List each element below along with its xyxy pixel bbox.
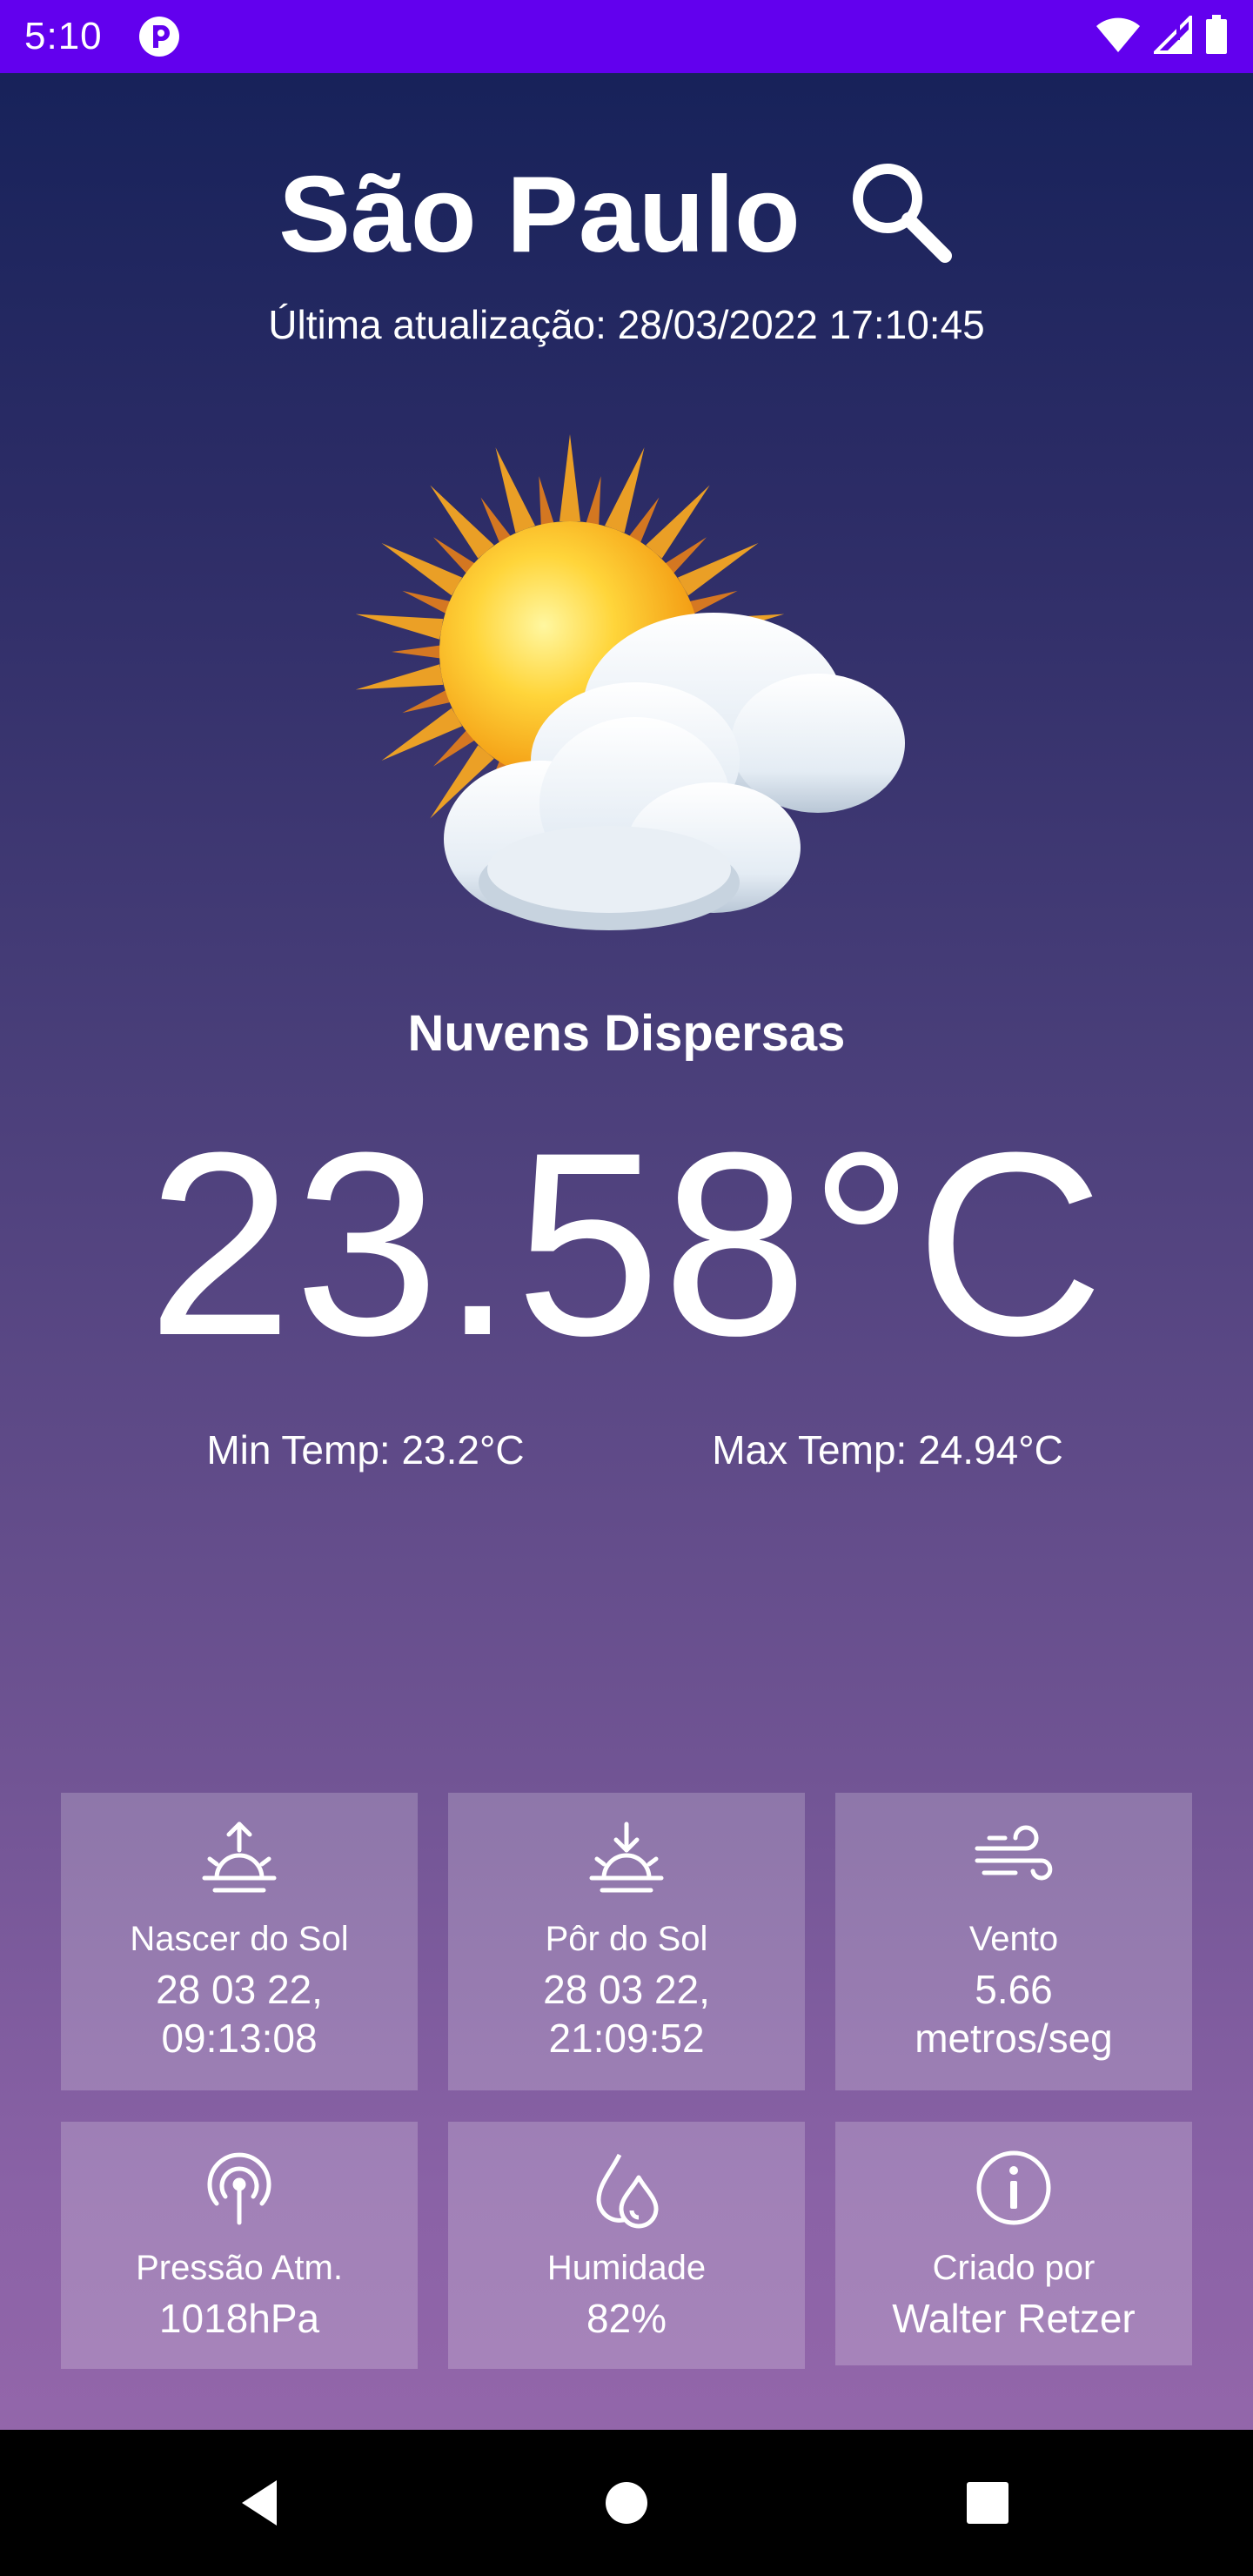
header: São Paulo xyxy=(0,150,1253,280)
tile-label: Humidade xyxy=(546,2249,707,2287)
app-notification-icon xyxy=(137,15,181,58)
tile-value: 1018hPa xyxy=(158,2296,320,2341)
recents-icon[interactable] xyxy=(953,2468,1022,2538)
sunset-icon xyxy=(589,1821,664,1893)
sunrise-icon xyxy=(202,1821,277,1893)
city-name: São Paulo xyxy=(278,155,801,275)
tile-humidity: Humidade 82% xyxy=(448,2122,805,2369)
tile-value-line2: 09:13:08 xyxy=(161,2016,318,2061)
info-icon xyxy=(976,2150,1051,2225)
home-icon[interactable] xyxy=(592,2468,661,2538)
max-temperature: Max Temp: 24.94°C xyxy=(712,1427,1063,1472)
tile-sunset: Pôr do Sol 28 03 22, 21:09:52 xyxy=(448,1793,805,2090)
pressure-icon xyxy=(207,2152,271,2225)
status-icons xyxy=(1095,12,1229,59)
min-temperature: Min Temp: 23.2°C xyxy=(206,1427,525,1472)
humidity-icon xyxy=(596,2153,659,2229)
tile-value-line1: 28 03 22, xyxy=(156,1967,323,2012)
tile-value: 82% xyxy=(586,2296,667,2341)
battery-icon xyxy=(1204,14,1229,59)
status-time: 5:10 xyxy=(24,15,103,57)
status-bar: 5:10 xyxy=(0,0,1253,73)
tile-pressure: Pressão Atm. 1018hPa xyxy=(61,2122,418,2369)
search-icon[interactable] xyxy=(837,148,959,270)
weather-description: Nuvens Dispersas xyxy=(407,1005,846,1062)
last-updated: Última atualização: 28/03/2022 17:10:45 xyxy=(268,302,985,347)
wind-icon xyxy=(975,1825,1053,1881)
tile-value-line2: metros/seg xyxy=(915,2016,1113,2061)
wifi-icon xyxy=(1095,16,1142,58)
tile-label: Pôr do Sol xyxy=(545,1920,708,1958)
partly-cloudy-icon xyxy=(348,430,922,952)
tile-label: Criado por xyxy=(932,2249,1096,2287)
tile-value-line1: 28 03 22, xyxy=(543,1967,710,2012)
tile-info[interactable]: Criado por Walter Retzer xyxy=(835,2122,1192,2365)
current-temperature: 23.58°C xyxy=(147,1097,1106,1390)
tile-value: Walter Retzer xyxy=(892,2296,1136,2341)
weather-screen: São Paulo Última atualização: 28/03/2022… xyxy=(0,73,1253,2430)
tile-wind: Vento 5.66 metros/seg xyxy=(835,1793,1192,2090)
tile-sunrise: Nascer do Sol 28 03 22, 09:13:08 xyxy=(61,1793,418,2090)
tile-label: Vento xyxy=(968,1920,1059,1958)
tile-label: Pressão Atm. xyxy=(136,2249,343,2287)
back-icon[interactable] xyxy=(226,2468,296,2538)
cellular-icon xyxy=(1151,12,1192,58)
tile-value-line1: 5.66 xyxy=(975,1967,1053,2012)
navigation-bar xyxy=(0,2430,1253,2576)
tile-value-line2: 21:09:52 xyxy=(548,2016,705,2061)
tile-label: Nascer do Sol xyxy=(130,1920,349,1958)
